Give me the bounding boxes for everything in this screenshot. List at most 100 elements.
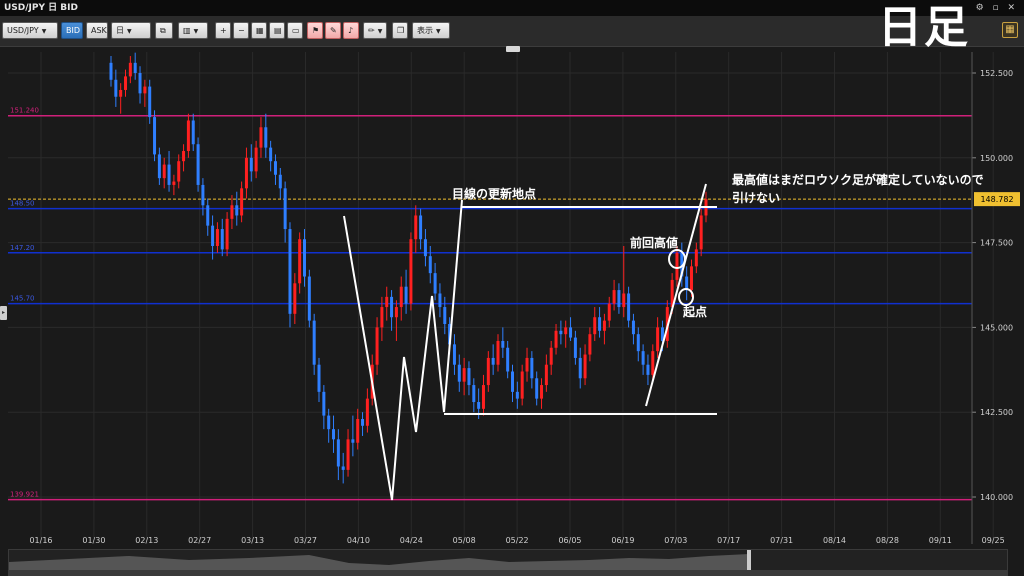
collapse-handle[interactable]: [506, 46, 520, 52]
x-tick-label: 04/10: [347, 536, 370, 545]
candle-body: [380, 307, 384, 328]
candle-body: [689, 266, 693, 291]
copy-icon[interactable]: ❐: [392, 22, 408, 39]
candle-body: [327, 415, 331, 430]
candle-body: [646, 364, 650, 375]
navigator-area: [9, 554, 749, 570]
y-tick-label: 140.000: [980, 493, 1013, 502]
zoom-out-icon[interactable]: −: [233, 22, 249, 39]
bid-button[interactable]: BID: [61, 22, 83, 39]
candle-body: [506, 347, 510, 372]
candle-body: [399, 286, 403, 308]
x-tick-label: 08/28: [876, 536, 899, 545]
navigator-overview[interactable]: [8, 549, 1008, 571]
navigator-window-handle: [747, 550, 751, 570]
order-icon[interactable]: ✎: [325, 22, 341, 39]
grid-icon[interactable]: ▦: [1002, 22, 1018, 38]
candle-body: [288, 229, 292, 314]
chevron-down-icon: ▼: [41, 28, 47, 35]
candle-body: [656, 327, 660, 352]
candle-body: [124, 76, 128, 90]
candle-body: [515, 391, 519, 399]
alert-icon[interactable]: ⚑: [307, 22, 323, 39]
candle-body: [520, 371, 524, 399]
start-point-label: 起点: [683, 305, 708, 319]
candle-body: [264, 127, 268, 148]
horizontal-scrollbar[interactable]: [8, 571, 1008, 576]
candle-body: [143, 86, 147, 94]
candle-body: [138, 73, 142, 94]
link-icon[interactable]: ⧉: [155, 22, 173, 39]
chart-type-button[interactable]: ▥ ▼: [178, 22, 208, 39]
candle-body: [496, 340, 500, 365]
expand-left-icon[interactable]: ▸: [0, 306, 7, 320]
pair-select[interactable]: USD/JPY ▼: [2, 22, 58, 39]
candle-body: [385, 296, 389, 308]
candle-body: [148, 86, 152, 118]
candle-body: [569, 327, 573, 338]
ask-button[interactable]: ASK: [86, 22, 108, 39]
candle-body: [651, 351, 655, 375]
y-tick-label: 147.500: [980, 239, 1013, 248]
candle-body: [535, 378, 539, 399]
candle-body: [322, 391, 326, 416]
candle-body: [530, 357, 534, 379]
candle-body: [254, 147, 258, 172]
window-icon[interactable]: ▭: [287, 22, 303, 39]
candle-body: [302, 239, 306, 277]
chart-window: 151.240 148.50 147.20 145.70 139.921 152.500…: [0, 0, 1024, 576]
candle-body: [491, 357, 495, 365]
sound-icon[interactable]: ♪: [343, 22, 359, 39]
candle-body: [452, 344, 456, 365]
candle-body: [443, 307, 447, 325]
price-chart[interactable]: 151.240 148.50 147.20 145.70 139.921 152.500…: [0, 0, 1024, 576]
candle-body: [283, 188, 287, 230]
grid-table-icon[interactable]: ▦: [251, 22, 267, 39]
candle-body: [394, 307, 398, 318]
price-axis: 152.500 150.000 147.500 145.000 142.500 140.0…: [971, 52, 1020, 544]
x-tick-label: 03/13: [241, 536, 264, 545]
candle-body: [298, 239, 302, 284]
candle-body: [501, 340, 505, 348]
x-tick-label: 07/17: [717, 536, 740, 545]
candle-body: [641, 351, 645, 365]
candle-body: [486, 357, 490, 386]
candle-body: [699, 215, 703, 250]
candle-body: [404, 286, 408, 304]
navigator-sparkline: [9, 550, 751, 570]
x-tick-label: 08/14: [823, 536, 846, 545]
candle-body: [588, 334, 592, 355]
chevron-down-icon: ▼: [377, 28, 383, 35]
candle-body: [602, 320, 606, 331]
y-tick-label: 150.000: [980, 154, 1013, 163]
candle-body: [578, 357, 582, 379]
candle-body: [622, 293, 626, 308]
window-title: USD/JPY 日 BID: [4, 3, 78, 13]
note-line1: 最高値はまだロウソク足が確定していないので: [732, 173, 984, 187]
candle-body: [612, 290, 616, 304]
display-menu-button[interactable]: 表示 ▼: [412, 22, 450, 39]
x-tick-label: 05/22: [506, 536, 529, 545]
timeframe-caption: 日足: [878, 2, 970, 53]
timeframe-label: 日: [116, 26, 124, 35]
candle-body: [114, 79, 118, 97]
x-tick-label: 07/03: [664, 536, 687, 545]
candle-body: [544, 364, 548, 386]
layout-icon[interactable]: ▤: [269, 22, 285, 39]
draw-tool-button[interactable]: ✏ ▼: [363, 22, 387, 39]
candle-body: [240, 188, 244, 216]
update-point-label: 目線の更新地点: [452, 187, 537, 201]
candle-body: [162, 164, 166, 179]
zoom-in-icon[interactable]: +: [215, 22, 231, 39]
candle-body: [182, 151, 186, 162]
x-tick-label: 02/27: [188, 536, 211, 545]
candle-body: [128, 62, 132, 77]
candle-body: [172, 181, 176, 185]
timeframe-select[interactable]: 日 ▼: [111, 22, 151, 39]
candle-body: [332, 429, 336, 440]
toolbar: USD/JPY ▼ BID ASK 日 ▼ ⧉ ▥ ▼ + − ▦ ▤ ▭ ⚑ ✎ ♪…: [0, 16, 1024, 47]
candle-body: [157, 154, 161, 179]
candle-body: [119, 89, 123, 97]
candle-body: [249, 157, 253, 172]
window-controls[interactable]: ⚙ ▫ ✕: [976, 0, 1018, 16]
